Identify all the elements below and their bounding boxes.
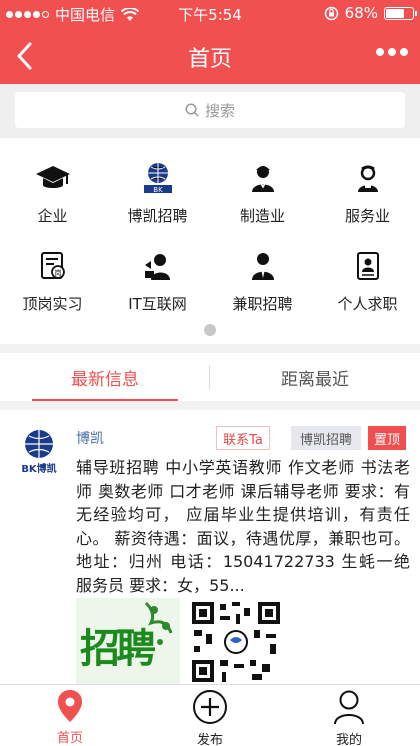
feed-tabs: 最新信息 距离最近 [0,353,420,401]
graduation-cap-icon [33,160,73,195]
category-service[interactable]: 服务业 [315,138,420,226]
category-label: 兼职招聘 [232,295,293,313]
search-input[interactable]: 搜索 [15,92,405,128]
category-label: 博凯招聘 [127,207,188,225]
resume-icon [348,248,388,283]
location-pin-icon [50,689,90,723]
category-label: 顶岗实习 [22,295,83,313]
bottom-nav-label: 发布 [196,733,223,746]
post-content[interactable]: 辅导班招聘 中小学英语教师 作文老师 书法老师 奥数老师 口才老师 课后辅导老师… [76,456,410,597]
active-tab-indicator [32,399,178,401]
bottom-nav-publish[interactable]: 发布 [160,689,260,746]
pinned-badge: 置顶 [368,426,406,450]
category-label: 制造业 [239,207,285,225]
category-tag[interactable]: 博凯招聘 [291,426,361,450]
qr-code-image[interactable] [190,600,282,684]
tab-label: 距离最近 [281,369,349,390]
page-indicator-dot [204,324,216,336]
category-label: IT互联网 [128,295,187,313]
category-bokai[interactable]: BK 博凯招聘 [105,138,210,226]
nav-bar: 首页 [0,28,420,84]
tab-nearest[interactable]: 距离最近 [210,353,420,401]
status-bar: 中国电信 下午5:54 68% [0,0,420,28]
category-internship[interactable]: 岗 顶岗实习 [0,226,105,314]
post-card[interactable]: BK博凯 博凯 联系Ta 博凯招聘 置顶 辅导班招聘 中小学英语教师 作文老师 … [0,410,420,684]
category-grid: 企业 BK 博凯招聘 制造业 服务业 岗 顶岗实习 IT互联网 兼职招聘 个人求… [0,138,420,344]
internship-doc-icon: 岗 [33,248,73,283]
bokai-logo-icon: BK [138,160,178,195]
recruit-image[interactable]: 招聘 [76,598,180,684]
tab-latest[interactable]: 最新信息 [0,353,210,401]
tab-label: 最新信息 [71,369,139,390]
search-icon [185,103,199,117]
category-parttime[interactable]: 兼职招聘 [210,226,315,314]
contact-button[interactable]: 联系Ta [216,426,270,450]
user-icon [329,689,369,725]
bottom-nav-mine[interactable]: 我的 [299,689,399,746]
category-jobseeker[interactable]: 个人求职 [315,226,420,314]
category-manufacturing[interactable]: 制造业 [210,138,315,226]
category-label: 个人求职 [337,295,398,313]
suit-person-icon [243,248,283,283]
bottom-nav-home[interactable]: 首页 [20,689,120,746]
recruit-image-text: 招聘 [80,626,156,672]
bottom-nav-label: 首页 [56,731,83,746]
bottom-nav: 首页 发布 我的 [0,684,420,746]
orientation-lock-icon [324,6,338,20]
service-person-icon [348,160,388,195]
it-person-icon [138,248,178,283]
more-dots-icon[interactable] [376,48,408,56]
page-title: 首页 [187,47,232,72]
category-enterprise[interactable]: 企业 [0,138,105,226]
bottom-nav-label: 我的 [335,733,362,746]
svg-text:岗: 岗 [54,269,61,277]
post-author[interactable]: 博凯 [76,428,104,448]
worker-icon [243,160,283,195]
plus-circle-icon [190,689,230,725]
search-placeholder: 搜索 [204,101,235,120]
category-it[interactable]: IT互联网 [105,226,210,314]
category-label: 服务业 [344,207,390,225]
avatar-logo-text: BK博凯 [21,464,57,475]
battery-percent: 68% [344,4,378,22]
avatar[interactable]: BK博凯 [16,426,62,475]
category-label: 企业 [37,207,68,225]
search-section: 搜索 [0,84,420,138]
battery-icon [384,6,417,20]
svg-text:BK: BK [153,186,163,194]
